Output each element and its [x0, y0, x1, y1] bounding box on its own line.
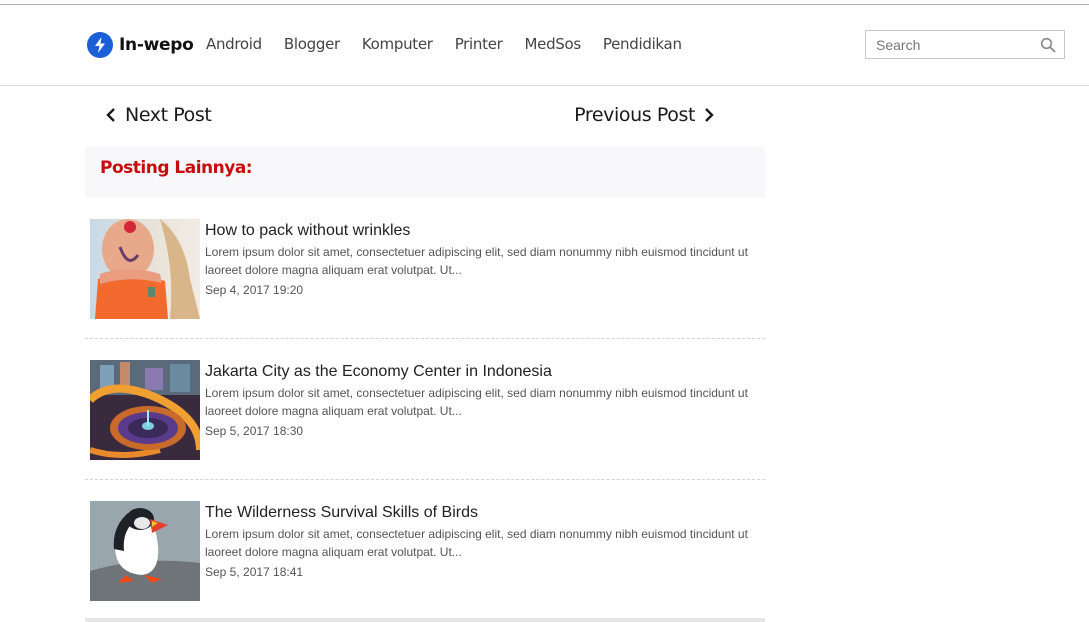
related-posts-title: Posting Lainnya: [100, 158, 253, 178]
related-posts-header: Posting Lainnya: [85, 147, 765, 198]
search-box [865, 30, 1065, 59]
list-item: How to pack without wrinkles Lorem ipsum… [85, 198, 765, 339]
site-header: In-wepo Android Blogger Komputer Printer… [0, 5, 1089, 86]
post-title[interactable]: Jakarta City as the Economy Center in In… [205, 363, 552, 380]
post-excerpt: Lorem ipsum dolor sit amet, consectetuer… [205, 245, 748, 277]
chevron-right-icon [705, 108, 714, 122]
post-content: How to pack without wrinkles Lorem ipsum… [205, 221, 765, 298]
post-date: Sep 5, 2017 18:41 [205, 565, 304, 579]
lightning-bolt-icon [87, 32, 113, 58]
previous-post-label: Previous Post [574, 104, 695, 126]
post-title[interactable]: The Wilderness Survival Skills of Birds [205, 504, 478, 521]
related-posts-list: How to pack without wrinkles Lorem ipsum… [85, 198, 765, 621]
post-excerpt: Lorem ipsum dolor sit amet, consectetuer… [205, 386, 748, 418]
list-item: Jakarta City as the Economy Center in In… [85, 339, 765, 480]
list-item: The Wilderness Survival Skills of Birds … [85, 480, 765, 621]
next-post-link[interactable]: Next Post [105, 104, 212, 126]
post-content: The Wilderness Survival Skills of Birds … [205, 503, 765, 580]
main-nav: Android Blogger Komputer Printer MedSos … [206, 35, 704, 53]
chevron-left-icon [106, 108, 115, 122]
search-input[interactable] [866, 31, 1031, 58]
nav-item-medsos[interactable]: MedSos [525, 35, 582, 53]
nav-item-komputer[interactable]: Komputer [362, 35, 433, 53]
post-thumbnail[interactable] [90, 501, 200, 601]
post-navigation: Next Post Previous Post [85, 100, 765, 134]
post-thumbnail[interactable] [90, 219, 200, 319]
nav-item-android[interactable]: Android [206, 35, 262, 53]
site-logo[interactable]: In-wepo [87, 32, 194, 58]
nav-item-blogger[interactable]: Blogger [284, 35, 340, 53]
post-excerpt: Lorem ipsum dolor sit amet, consectetuer… [205, 527, 748, 559]
post-thumbnail[interactable] [90, 360, 200, 460]
site-name: In-wepo [119, 35, 194, 55]
nav-item-printer[interactable]: Printer [455, 35, 503, 53]
post-content: Jakarta City as the Economy Center in In… [205, 362, 765, 439]
search-icon[interactable] [1040, 37, 1056, 53]
next-post-label: Next Post [125, 104, 212, 126]
section-divider [85, 618, 765, 622]
post-date: Sep 5, 2017 18:30 [205, 424, 304, 438]
post-date: Sep 4, 2017 19:20 [205, 283, 304, 297]
previous-post-link[interactable]: Previous Post [574, 104, 715, 126]
post-title[interactable]: How to pack without wrinkles [205, 222, 410, 239]
nav-item-pendidikan[interactable]: Pendidikan [603, 35, 682, 53]
